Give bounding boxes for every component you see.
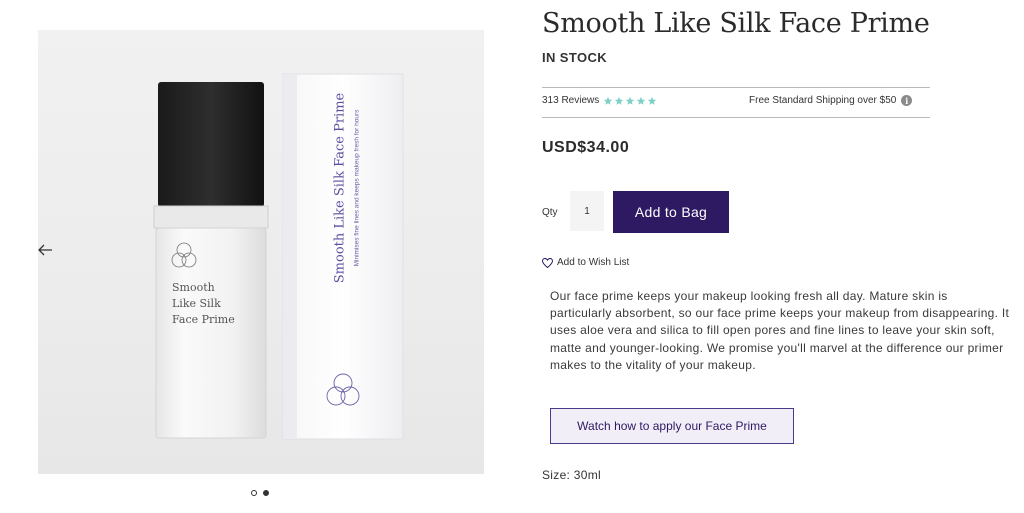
pagination-dot[interactable]: [251, 490, 257, 496]
qty-label: Qty: [542, 207, 558, 218]
bottle-label-line: Like Silk: [172, 297, 221, 310]
product-gallery: Smooth Like Silk Face Prime Smooth Like …: [0, 0, 500, 513]
heart-icon: [542, 257, 553, 268]
watch-tutorial-button[interactable]: Watch how to apply our Face Prime: [550, 408, 794, 444]
product-size: Size: 30ml: [542, 468, 602, 482]
previous-image-arrow-icon[interactable]: [36, 240, 56, 260]
box-title: Smooth Like Silk Face Prime: [332, 92, 348, 284]
reviews-count[interactable]: 313 Reviews: [542, 95, 599, 106]
shipping-label: Free Standard Shipping over $50: [749, 95, 897, 106]
product-price: USD$34.00: [542, 139, 630, 156]
divider: [542, 87, 930, 88]
reviews-summary[interactable]: 313 Reviews: [542, 95, 657, 106]
wishlist-label[interactable]: Add to Wish List: [557, 257, 629, 268]
star-icon: [626, 96, 635, 105]
gallery-pagination: [251, 490, 269, 496]
product-title: Smooth Like Silk Face Prime: [542, 8, 930, 39]
product-description: Our face prime keeps your makeup looking…: [550, 289, 1010, 372]
star-icon: [637, 96, 646, 105]
quantity-input[interactable]: [570, 191, 604, 231]
rating-stars: [603, 96, 657, 106]
bottle-label-line: Smooth: [172, 281, 215, 294]
info-icon[interactable]: i: [901, 95, 913, 106]
divider: [542, 117, 930, 118]
star-icon: [648, 96, 657, 105]
stock-status: IN STOCK: [542, 50, 608, 65]
bottle-label: Smooth Like Silk Face Prime: [172, 280, 235, 328]
pagination-dot-active[interactable]: [263, 490, 269, 496]
star-icon: [615, 96, 624, 105]
product-image[interactable]: Smooth Like Silk Face Prime Smooth Like …: [38, 30, 484, 474]
star-icon: [604, 96, 613, 105]
product-photo-illustration: [153, 73, 404, 440]
shipping-info: Free Standard Shipping over $50 i: [749, 95, 913, 106]
bottle-label-line: Face Prime: [172, 313, 235, 326]
box-subtitle: Minimises fine lines and keeps makeup fr…: [353, 109, 361, 267]
add-to-wishlist-link[interactable]: Add to Wish List: [542, 257, 629, 268]
add-to-bag-button[interactable]: Add to Bag: [613, 191, 729, 233]
